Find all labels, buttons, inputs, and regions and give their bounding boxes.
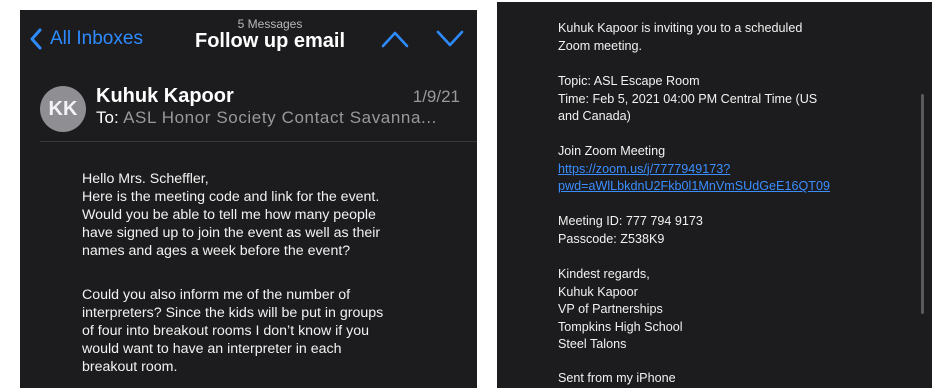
sender-name[interactable]: Kuhuk Kapoor <box>96 85 234 108</box>
invite-line: Zoom meeting. <box>558 38 642 53</box>
passcode: Passcode: Z538K9 <box>558 231 665 246</box>
body-line: Here is the meeting code and link for th… <box>82 189 380 205</box>
email-view-panel: All Inboxes 5 Messages Follow up email K… <box>20 10 477 388</box>
invite-line: Kuhuk Kapoor is inviting you to a schedu… <box>558 21 803 35</box>
email-body-paragraph-1: Hello Mrs. Scheffler, Here is the meetin… <box>82 170 412 260</box>
signature-line: Steel Talons <box>558 337 627 352</box>
chevron-left-icon <box>30 28 42 50</box>
header-divider <box>40 141 477 142</box>
avatar[interactable]: KK <box>40 86 86 132</box>
meeting-id: Meeting ID: 777 794 9173 <box>558 214 703 228</box>
body-line: interpreters? Since the kids will be put… <box>82 305 384 321</box>
meeting-credentials: Meeting ID: 777 794 9173 Passcode: Z538K… <box>558 213 878 248</box>
signature-line: Kindest regards, <box>558 267 650 281</box>
signature: Kindest regards, Kuhuk Kapoor VP of Part… <box>558 266 878 354</box>
sent-from: Sent from my iPhone <box>558 370 878 388</box>
email-date: 1/9/21 <box>412 87 460 106</box>
body-line: of four into breakout rooms I don’t know… <box>82 323 370 339</box>
email-body-paragraph-2: Could you also inform me of the number o… <box>82 286 412 376</box>
sent-from-line: Sent from my iPhone <box>558 371 676 385</box>
message-count: 5 Messages <box>237 17 303 31</box>
meeting-time: Time: Feb 5, 2021 04:00 PM Central Time … <box>558 91 818 106</box>
signature-line: Kuhuk Kapoor <box>558 284 638 299</box>
recipient-line[interactable]: To: ASL Honor Society Contact Savanna... <box>96 108 437 128</box>
signature-line: Tompkins High School <box>558 319 683 334</box>
email-continuation-panel: Kuhuk Kapoor is inviting you to a schedu… <box>497 2 932 388</box>
chevron-down-icon[interactable] <box>436 30 464 48</box>
chevron-up-icon[interactable] <box>381 30 409 48</box>
body-line: Hello Mrs. Scheffler, <box>82 171 209 187</box>
join-meeting-block: Join Zoom Meeting https://zoom.us/j/7777… <box>558 143 878 196</box>
zoom-link[interactable]: https://zoom.us/j/7777949173? <box>558 161 878 179</box>
back-to-inboxes-button[interactable]: All Inboxes <box>28 26 143 52</box>
body-line: have signed up to join the event as well… <box>82 225 381 241</box>
meeting-details: Topic: ASL Escape Room Time: Feb 5, 2021… <box>558 73 878 126</box>
zoom-link[interactable]: pwd=aWlLbkdnU2Fkb0l1MnVmSUdGeE16QT09 <box>558 178 878 196</box>
invite-intro: Kuhuk Kapoor is inviting you to a schedu… <box>558 20 878 55</box>
thread-title: Follow up email <box>194 30 345 52</box>
back-label: All Inboxes <box>50 28 143 49</box>
body-line: would want to have an interpreter in eac… <box>82 341 342 357</box>
body-line: names and ages a week before the event? <box>82 243 351 259</box>
signature-line: VP of Partnerships <box>558 302 663 317</box>
body-line: breakout room. <box>82 359 178 375</box>
to-label: To: <box>96 108 119 127</box>
navigation-bar: All Inboxes 5 Messages Follow up email <box>20 10 477 64</box>
recipient-name: ASL Honor Society Contact Savanna... <box>123 108 437 127</box>
body-line: Would you be able to tell me how many pe… <box>82 207 376 223</box>
meeting-topic: Topic: ASL Escape Room <box>558 74 700 88</box>
meeting-time: and Canada) <box>558 109 631 124</box>
body-line: Could you also inform me of the number o… <box>82 287 351 303</box>
scrollbar[interactable] <box>921 94 924 314</box>
join-label: Join Zoom Meeting <box>558 144 666 158</box>
